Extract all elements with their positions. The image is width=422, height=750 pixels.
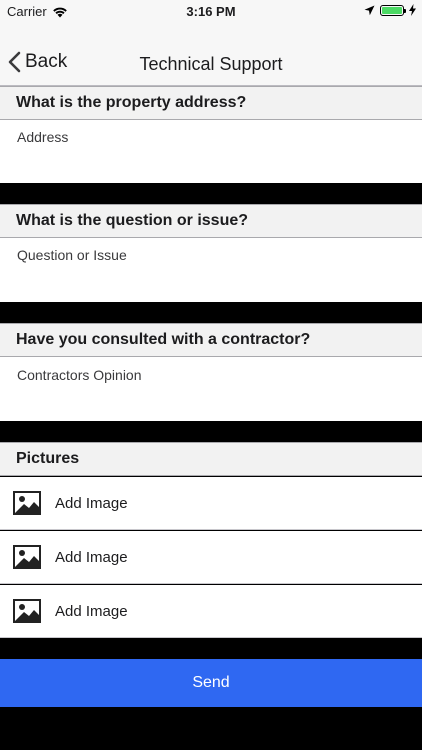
add-image-label: Add Image (55, 548, 128, 566)
status-bar: Carrier 3:16 PM (0, 0, 422, 22)
screen: Carrier 3:16 PM Back Technical Support W… (0, 0, 422, 750)
address-section-header: What is the property address? (0, 86, 422, 120)
contractor-section-header: Have you consulted with a contractor? (0, 323, 422, 357)
pictures-section-header: Pictures (0, 442, 422, 476)
page-title: Technical Support (139, 54, 283, 74)
add-image-row-1[interactable]: Add Image (0, 477, 422, 530)
add-image-row-2[interactable]: Add Image (0, 531, 422, 584)
question-placeholder: Question or Issue (17, 247, 127, 263)
navigation-bar: Back Technical Support (0, 22, 422, 86)
question-section-header: What is the question or issue? (0, 204, 422, 238)
send-button[interactable]: Send (0, 659, 422, 707)
contractor-opinion-field[interactable]: Contractors Opinion (0, 357, 422, 421)
add-image-label: Add Image (55, 494, 128, 512)
address-field[interactable]: Address (0, 120, 422, 183)
add-image-label: Add Image (55, 602, 128, 620)
location-arrow-icon (364, 5, 375, 15)
image-icon (13, 545, 41, 569)
contractor-placeholder: Contractors Opinion (17, 367, 142, 383)
address-placeholder: Address (17, 129, 69, 145)
image-icon (13, 599, 41, 623)
add-image-row-3[interactable]: Add Image (0, 585, 422, 638)
status-right (364, 4, 416, 16)
status-time: 3:16 PM (186, 4, 236, 19)
question-field[interactable]: Question or Issue (0, 238, 422, 302)
image-icon (13, 491, 41, 515)
battery-icon (380, 4, 406, 16)
charging-bolt-icon (409, 4, 416, 16)
